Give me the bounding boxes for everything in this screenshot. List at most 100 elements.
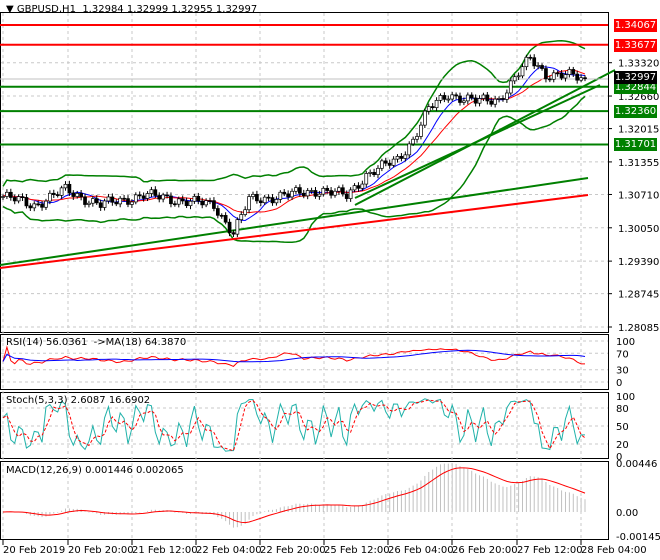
candle-body <box>415 136 419 140</box>
candle-body <box>430 106 435 109</box>
rsi-scale-label: 70 <box>616 349 629 360</box>
candle-body <box>317 193 322 197</box>
candle-body <box>547 78 552 81</box>
candle-body <box>278 191 283 200</box>
symbol-header: ▼ GBPUSD,H1 1.32984 1.32999 1.32955 1.32… <box>6 4 258 15</box>
candle-body <box>329 190 333 196</box>
candle-body <box>63 183 68 189</box>
candle-body <box>524 56 529 68</box>
price-scale-label: 1.28085 <box>618 323 659 334</box>
candle-body <box>75 193 80 197</box>
candle-body <box>24 197 29 207</box>
time-axis-label: 22 Feb 20:00 <box>260 545 326 556</box>
candle-body <box>563 74 568 79</box>
macd-scale-label: 0.00 <box>616 508 638 519</box>
candle-body <box>411 138 415 145</box>
candle-body <box>555 72 560 75</box>
candle-body <box>258 200 263 204</box>
candle-body <box>67 183 72 194</box>
price-scale-label: 1.30050 <box>618 224 659 235</box>
candle-body <box>309 190 314 192</box>
time-axis-label: 20 Feb 2019 <box>3 545 65 556</box>
candle-body <box>489 100 494 105</box>
candle-body <box>583 77 587 80</box>
stoch-signal-line <box>2 399 586 452</box>
candle-body <box>458 95 462 103</box>
chart-canvas[interactable]: 20 Feb 2019 20 Feb 20:0021 Feb 12:0022 Fe… <box>0 0 660 560</box>
candle-body <box>368 171 373 174</box>
candle-body <box>126 198 130 205</box>
candle-body <box>51 192 56 195</box>
candle-body <box>180 198 185 202</box>
candle-body <box>298 187 302 194</box>
candle-body <box>446 98 451 101</box>
candle-body <box>184 200 189 207</box>
price-scale-label: 1.30710 <box>618 190 659 201</box>
candle-body <box>161 194 165 200</box>
candle-body <box>98 202 103 208</box>
candle-body <box>235 219 240 235</box>
candle-body <box>551 72 556 80</box>
candle-body <box>36 203 41 206</box>
candle-body <box>219 214 224 217</box>
rsi-scale-label: 100 <box>616 337 635 348</box>
candle-body <box>215 208 220 216</box>
candle-body <box>270 197 275 204</box>
price-scale-label: 1.33320 <box>618 59 659 70</box>
candle-body <box>301 192 306 197</box>
candle-body <box>376 167 380 176</box>
candle-body <box>212 200 216 209</box>
ohlc-values: 1.32984 1.32999 1.32955 1.32997 <box>82 4 258 15</box>
candle-body <box>485 94 490 102</box>
candle-body <box>469 94 474 99</box>
candle-body <box>12 197 17 202</box>
candle-body <box>188 200 193 207</box>
candle-body <box>512 76 517 82</box>
candle-body <box>122 197 126 200</box>
candle-body <box>360 183 365 189</box>
candle-body <box>426 106 431 112</box>
candle-body <box>344 193 349 199</box>
level-price-tag: 1.32360 <box>614 105 657 119</box>
candle-body <box>165 194 169 197</box>
candle-body <box>200 200 205 206</box>
candle-body <box>130 201 134 205</box>
candle-body <box>516 75 521 78</box>
candle-body <box>462 100 466 103</box>
candle-body <box>579 77 583 81</box>
level-price-tag: 1.33677 <box>614 38 657 52</box>
candle-body <box>169 195 173 205</box>
stoch-scale-label: 80 <box>616 404 629 415</box>
candle-body <box>481 94 486 99</box>
candle-body <box>153 189 158 196</box>
level-price-tag: 1.31701 <box>614 138 657 152</box>
ma-200-line <box>0 194 589 269</box>
candle-body <box>94 198 99 204</box>
rsi-scale-label: 0 <box>616 378 622 389</box>
candle-body <box>559 72 564 79</box>
time-axis-label: 20 Feb 20:00 <box>68 545 134 556</box>
candle-body <box>239 214 244 221</box>
candle-body <box>536 65 540 67</box>
candle-body <box>196 196 201 202</box>
candle-body <box>434 100 439 109</box>
bollinger-upper <box>2 40 586 187</box>
candle-body <box>137 194 142 197</box>
candle-body <box>532 57 537 67</box>
candle-body <box>44 200 48 208</box>
candle-body <box>477 98 482 104</box>
macd-signal-line <box>2 467 586 524</box>
rsi-scale-label: 30 <box>616 366 629 377</box>
time-axis-label: 26 Feb 20:00 <box>452 545 518 556</box>
candle-body <box>83 196 87 205</box>
candle-body <box>465 94 470 102</box>
candle-body <box>106 196 111 202</box>
rsi-label: RSI(14) 56.0361 ->MA(18) 64.3870 <box>6 337 187 348</box>
level-price-tag: 1.34067 <box>614 19 657 32</box>
candle-body <box>208 200 212 202</box>
time-axis-label: 22 Feb 04:00 <box>196 545 262 556</box>
macd-scale-label: 0.00446 <box>616 459 657 470</box>
candle-body <box>173 203 177 206</box>
candle-body <box>118 197 123 205</box>
macd-scale-label: -0.001452 <box>616 532 660 543</box>
